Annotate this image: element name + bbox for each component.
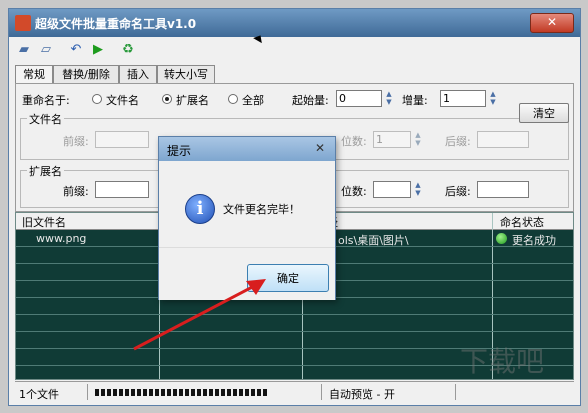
row-old-name: www.png <box>36 232 87 245</box>
success-icon <box>496 233 507 244</box>
title-bar[interactable]: 超级文件批量重命名工具v1.0 ✕ <box>9 9 580 37</box>
info-icon: i <box>185 194 215 224</box>
dialog-title: 提示 <box>167 144 192 158</box>
filename-prefix-label: 前缀: <box>63 135 89 148</box>
tab-case-convert[interactable]: 转大小写 <box>157 65 215 83</box>
row-line <box>16 314 573 315</box>
open-file-icon[interactable]: ▱ <box>37 42 55 58</box>
start-input[interactable]: 0 <box>336 90 382 107</box>
ext-suffix-input[interactable] <box>477 181 529 198</box>
filename-prefix-input[interactable] <box>95 131 149 148</box>
tab-replace-delete[interactable]: 替换/删除 <box>53 65 119 83</box>
filename-digits-label: 位数: <box>341 135 367 148</box>
start-spinner[interactable]: ▲ ▼ <box>384 90 394 107</box>
ext-prefix-label: 前缀: <box>63 185 89 198</box>
recycle-icon[interactable]: ♻ <box>119 42 137 58</box>
file-count: 1个文件 <box>19 388 59 401</box>
auto-preview-status: 自动预览 - 开 <box>329 388 395 401</box>
radio-filename[interactable] <box>92 94 102 104</box>
app-icon <box>15 15 31 31</box>
extension-group-title: 扩展名 <box>27 163 64 179</box>
ext-digits-spinner[interactable]: ▲ ▼ <box>413 181 423 198</box>
increment-label: 增量: <box>402 94 428 107</box>
ext-digits-label: 位数: <box>341 185 367 198</box>
filename-group-title: 文件名 <box>27 111 64 127</box>
ext-suffix-label: 后缀: <box>445 185 471 198</box>
radio-all[interactable] <box>228 94 238 104</box>
window-title: 超级文件批量重命名工具v1.0 <box>35 17 197 31</box>
status-separator <box>87 384 88 400</box>
info-dialog: 提示 ✕ i 文件更名完毕！ 确定 <box>158 136 336 300</box>
tab-general[interactable]: 常规 <box>15 65 53 84</box>
radio-extension[interactable] <box>162 94 172 104</box>
status-separator <box>321 384 322 400</box>
radio-filename-label: 文件名 <box>106 94 139 107</box>
radio-all-label: 全部 <box>242 94 264 107</box>
row-path: ols\桌面\图片\ <box>338 234 409 247</box>
increment-spinner[interactable]: ▲ ▼ <box>488 90 498 107</box>
dialog-close-button[interactable]: ✕ <box>311 141 329 156</box>
ext-digits-input[interactable] <box>373 181 411 198</box>
status-separator <box>455 384 456 400</box>
filename-suffix-input[interactable] <box>477 131 529 148</box>
run-icon[interactable]: ▶ <box>89 42 107 58</box>
ok-button[interactable]: 确定 <box>247 264 329 292</box>
status-bar: 1个文件 自动预览 - 开 <box>15 381 574 402</box>
filename-digits-spinner[interactable]: ▲ ▼ <box>413 131 423 148</box>
filename-suffix-label: 后缀: <box>445 135 471 148</box>
radio-extension-label: 扩展名 <box>176 94 209 107</box>
rename-in-label: 重命名于: <box>22 94 70 107</box>
col-status[interactable]: 命名状态 <box>500 214 544 230</box>
tab-insert[interactable]: 插入 <box>119 65 157 83</box>
window-close-button[interactable]: ✕ <box>530 13 574 33</box>
progress-bar <box>95 389 269 396</box>
undo-icon[interactable]: ↶ <box>67 42 85 58</box>
dialog-title-bar[interactable]: 提示 ✕ <box>159 137 335 161</box>
start-label: 起始量: <box>292 94 329 107</box>
increment-input[interactable]: 1 <box>440 90 486 107</box>
toolbar: ▰ ▱ ↶ ▶ ♻ <box>9 39 580 63</box>
col-old-name[interactable]: 旧文件名 <box>22 214 66 230</box>
watermark: 下载吧 <box>460 345 545 378</box>
filename-digits-input[interactable]: 1 <box>373 131 411 148</box>
row-line <box>16 331 573 332</box>
dialog-message: 文件更名完毕！ <box>223 203 300 216</box>
open-folder-icon[interactable]: ▰ <box>15 42 33 58</box>
row-status: 更名成功 <box>512 234 556 247</box>
clear-button[interactable]: 清空 <box>519 103 569 123</box>
ext-prefix-input[interactable] <box>95 181 149 198</box>
